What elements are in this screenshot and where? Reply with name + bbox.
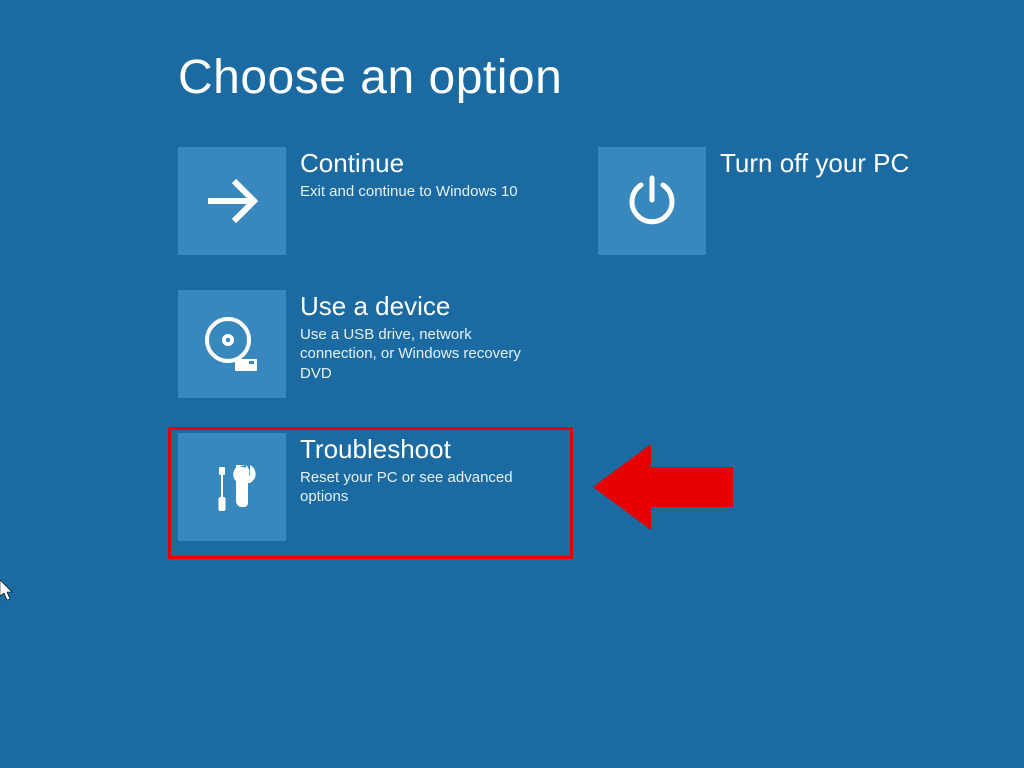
turnoff-icon-box [598,147,706,255]
disc-icon [199,311,265,377]
arrow-right-icon [200,169,264,233]
power-icon [623,172,681,230]
device-icon-box [178,290,286,398]
turnoff-title: Turn off your PC [720,149,909,178]
troubleshoot-icon-box [178,433,286,541]
device-desc: Use a USB drive, network connection, or … [300,325,546,384]
troubleshoot-option[interactable]: Troubleshoot Reset your PC or see advanc… [178,433,578,541]
continue-desc: Exit and continue to Windows 10 [300,182,518,202]
continue-icon-box [178,147,286,255]
tools-icon [202,457,262,517]
turnoff-option[interactable]: Turn off your PC [598,147,998,255]
mouse-cursor-icon [0,580,16,602]
continue-option[interactable]: Continue Exit and continue to Windows 10 [178,147,578,255]
troubleshoot-title: Troubleshoot [300,435,546,464]
options-grid: Continue Exit and continue to Windows 10… [178,147,1024,541]
device-option[interactable]: Use a device Use a USB drive, network co… [178,290,578,398]
troubleshoot-desc: Reset your PC or see advanced options [300,468,546,507]
page-title: Choose an option [178,50,1024,105]
device-title: Use a device [300,292,546,321]
continue-title: Continue [300,149,518,178]
